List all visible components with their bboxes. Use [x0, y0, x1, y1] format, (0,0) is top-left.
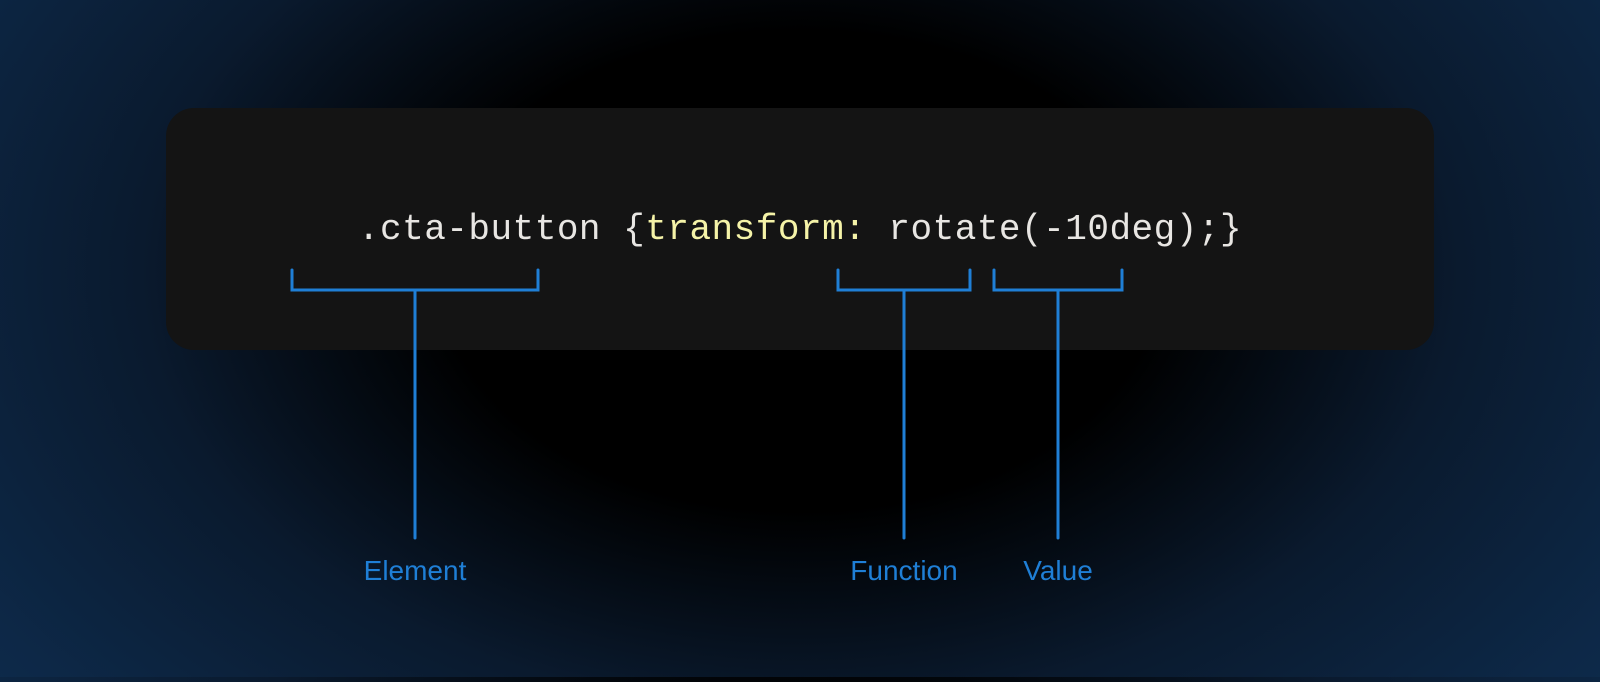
annotation-label-value: Value [1023, 555, 1093, 587]
annotation-label-element: Element [364, 555, 467, 587]
code-paren-open: ( [1021, 209, 1043, 250]
code-value: -10deg [1043, 209, 1176, 250]
annotation-label-function: Function [850, 555, 957, 587]
code-selector: .cta-button [358, 209, 601, 250]
code-space [866, 209, 888, 250]
code-line: .cta-button {transform: rotate(-10deg);} [358, 209, 1242, 250]
code-property: transform: [645, 209, 866, 250]
code-brace-open: { [601, 209, 645, 250]
code-function: rotate [888, 209, 1021, 250]
code-block: .cta-button {transform: rotate(-10deg);} [166, 108, 1434, 350]
code-semicolon: ; [1198, 209, 1220, 250]
code-brace-close: } [1220, 209, 1242, 250]
code-paren-close: ) [1176, 209, 1198, 250]
